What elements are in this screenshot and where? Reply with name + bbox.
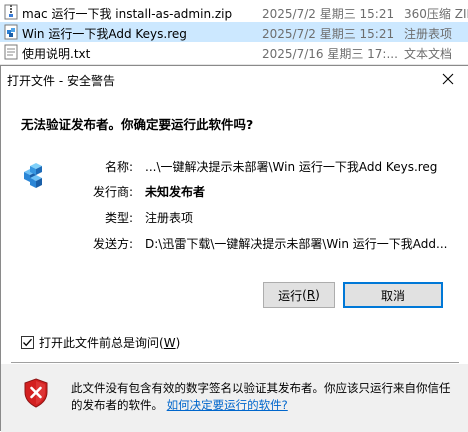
run-accelerator: R bbox=[306, 288, 316, 302]
warning-footer: 此文件没有包含有效的数字签名以验证其发布者。你应该只运行来自你信任的发布者的软件… bbox=[1, 364, 468, 432]
always-ask-checkbox-row[interactable]: 打开此文件前总是询问(W) bbox=[21, 334, 180, 350]
always-ask-label: 打开此文件前总是询问(W) bbox=[39, 335, 181, 350]
warning-headline: 无法验证发布者。你确定要运行此软件吗? bbox=[21, 117, 254, 132]
cancel-button[interactable]: 取消 bbox=[343, 282, 443, 308]
zip-file-icon bbox=[4, 4, 18, 20]
file-type: 文本文档 bbox=[404, 47, 453, 61]
name-label: 名称: bbox=[104, 160, 133, 174]
file-name: mac 运行一下我 install-as-admin.zip bbox=[22, 7, 233, 21]
reg-file-icon bbox=[4, 24, 18, 40]
file-type: 注册表项 bbox=[404, 27, 453, 41]
from-value: D:\迅雷下载\一键解决提示未部署\Win 运行一下我Add... bbox=[145, 237, 448, 251]
help-link[interactable]: 如何决定要运行的软件? bbox=[167, 398, 288, 412]
file-date: 2025/7/16 星期三 17:... bbox=[262, 47, 398, 61]
always-ask-accelerator: W bbox=[163, 335, 176, 350]
cancel-button-label: 取消 bbox=[380, 288, 405, 303]
separator bbox=[11, 362, 459, 363]
close-button[interactable] bbox=[428, 66, 468, 92]
footer-message: 此文件没有包含有效的数字签名以验证其发布者。你应该只运行来自你信任的发布者的软件… bbox=[71, 380, 451, 414]
always-ask-checkbox[interactable] bbox=[21, 335, 34, 349]
name-value: ...\一键解决提示未部署\Win 运行一下我Add Keys.reg bbox=[145, 160, 438, 174]
run-button-label: 运行 bbox=[278, 288, 303, 303]
reg-file-icon bbox=[19, 162, 45, 190]
publisher-value: 未知发布者 bbox=[145, 185, 206, 199]
shield-error-icon bbox=[23, 378, 49, 408]
file-list: mac 运行一下我 install-as-admin.zip 2025/7/2 … bbox=[0, 0, 468, 66]
file-date: 2025/7/2 星期三 15:21 bbox=[262, 27, 395, 41]
title-bar[interactable]: 打开文件 - 安全警告 bbox=[1, 66, 468, 92]
close-icon bbox=[442, 73, 454, 85]
checkmark-icon bbox=[23, 338, 32, 346]
from-label: 发送方: bbox=[92, 237, 133, 251]
run-button[interactable]: 运行(R) bbox=[263, 282, 335, 308]
file-name: 使用说明.txt bbox=[22, 47, 91, 61]
text-file-icon bbox=[4, 44, 18, 60]
type-label: 类型: bbox=[104, 211, 133, 225]
publisher-label: 发行商: bbox=[92, 185, 133, 199]
file-type: 360压缩 ZIP bbox=[404, 7, 468, 21]
file-name: Win 运行一下我Add Keys.reg bbox=[22, 27, 187, 41]
file-date: 2025/7/2 星期三 15:21 bbox=[262, 7, 395, 21]
security-warning-dialog: 打开文件 - 安全警告 无法验证发布者。你确定要运行此软件吗? 名称: ...\… bbox=[0, 65, 468, 432]
file-row-reg[interactable]: Win 运行一下我Add Keys.reg 2025/7/2 星期三 15:21… bbox=[0, 22, 468, 42]
type-value: 注册表项 bbox=[145, 211, 194, 225]
dialog-title: 打开文件 - 安全警告 bbox=[7, 74, 115, 88]
file-row-txt[interactable]: 使用说明.txt 2025/7/16 星期三 17:... 文本文档 bbox=[0, 42, 468, 62]
file-row-zip[interactable]: mac 运行一下我 install-as-admin.zip 2025/7/2 … bbox=[0, 2, 468, 22]
